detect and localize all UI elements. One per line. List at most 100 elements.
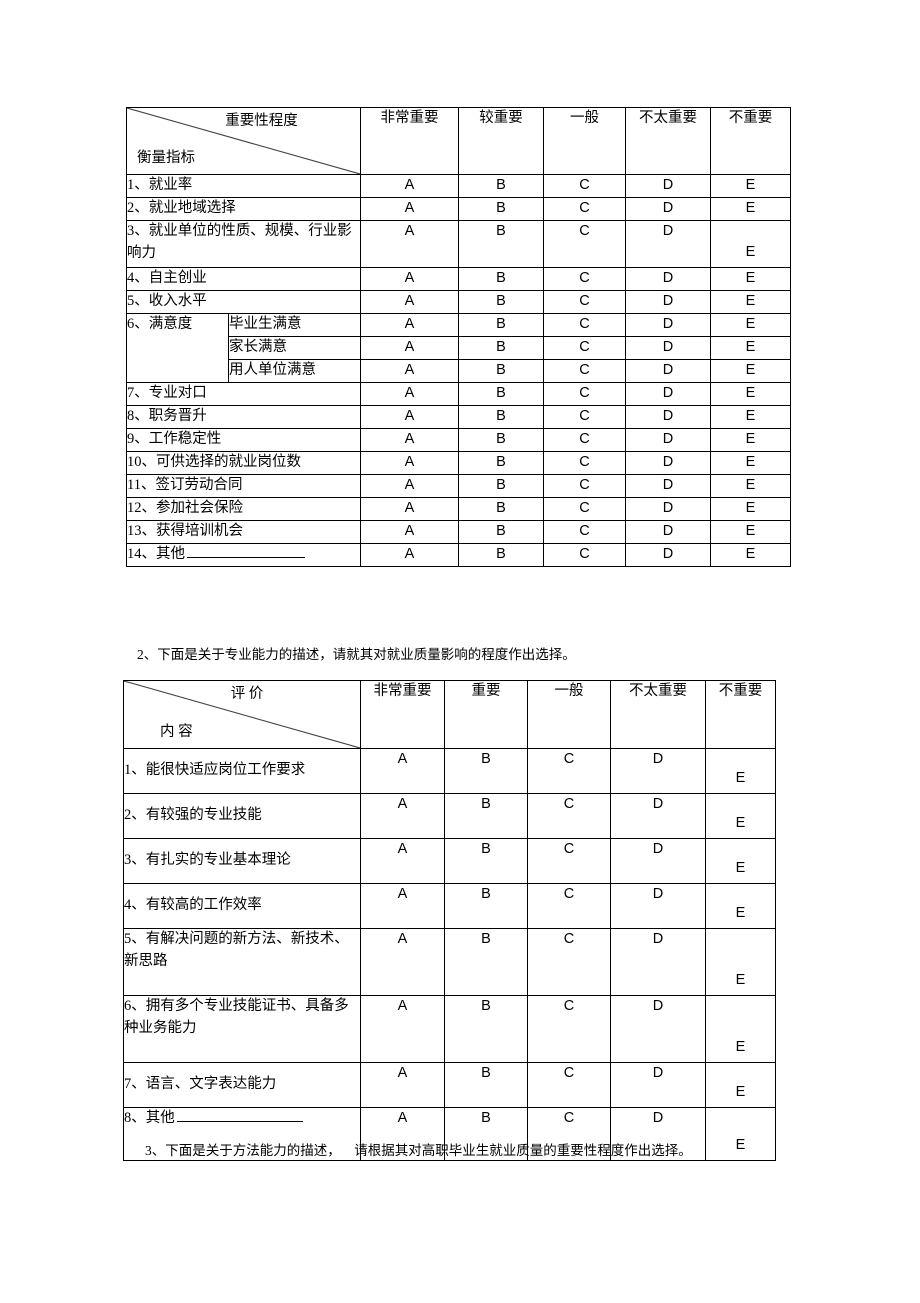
option-d[interactable]: D	[625, 474, 711, 498]
option-a[interactable]: A	[360, 290, 459, 314]
option-c[interactable]: C	[527, 928, 611, 996]
option-c[interactable]: C	[527, 793, 611, 839]
option-b[interactable]: B	[458, 428, 544, 452]
option-b[interactable]: B	[458, 543, 544, 567]
option-b[interactable]: B	[458, 267, 544, 291]
option-d[interactable]: D	[625, 174, 711, 198]
option-a[interactable]: A	[360, 382, 459, 406]
option-c[interactable]: C	[527, 883, 611, 929]
option-b[interactable]: B	[444, 838, 528, 884]
option-a[interactable]: A	[360, 748, 445, 794]
option-e[interactable]: E	[710, 497, 791, 521]
option-b[interactable]: B	[458, 290, 544, 314]
option-a[interactable]: A	[360, 451, 459, 475]
option-c[interactable]: C	[543, 520, 626, 544]
option-e[interactable]: E	[705, 1062, 776, 1108]
option-e[interactable]: E	[710, 174, 791, 198]
option-a[interactable]: A	[360, 928, 445, 996]
option-d[interactable]: D	[625, 220, 711, 268]
option-d[interactable]: D	[625, 428, 711, 452]
option-a[interactable]: A	[360, 497, 459, 521]
option-e[interactable]: E	[705, 793, 776, 839]
option-d[interactable]: D	[625, 313, 711, 337]
option-d[interactable]: D	[610, 883, 706, 929]
option-e[interactable]: E	[710, 290, 791, 314]
option-e[interactable]: E	[710, 197, 791, 221]
option-e[interactable]: E	[705, 883, 776, 929]
option-a[interactable]: A	[360, 474, 459, 498]
option-b[interactable]: B	[444, 793, 528, 839]
option-b[interactable]: B	[458, 497, 544, 521]
option-c[interactable]: C	[543, 359, 626, 383]
option-c[interactable]: C	[543, 174, 626, 198]
option-a[interactable]: A	[360, 995, 445, 1063]
option-b[interactable]: B	[444, 995, 528, 1063]
option-d[interactable]: D	[625, 451, 711, 475]
option-c[interactable]: C	[543, 382, 626, 406]
option-b[interactable]: B	[458, 197, 544, 221]
option-a[interactable]: A	[360, 336, 459, 360]
option-c[interactable]: C	[543, 497, 626, 521]
option-d[interactable]: D	[625, 197, 711, 221]
option-c[interactable]: C	[527, 995, 611, 1063]
option-a[interactable]: A	[360, 520, 459, 544]
option-c[interactable]: C	[543, 405, 626, 429]
option-b[interactable]: B	[444, 748, 528, 794]
option-b[interactable]: B	[458, 382, 544, 406]
option-c[interactable]: C	[527, 1062, 611, 1108]
option-e[interactable]: E	[710, 474, 791, 498]
option-a[interactable]: A	[360, 313, 459, 337]
option-a[interactable]: A	[360, 883, 445, 929]
option-c[interactable]: C	[543, 220, 626, 268]
option-a[interactable]: A	[360, 267, 459, 291]
option-c[interactable]: C	[543, 290, 626, 314]
option-e[interactable]: E	[710, 543, 791, 567]
option-c[interactable]: C	[543, 428, 626, 452]
option-d[interactable]: D	[625, 336, 711, 360]
option-b[interactable]: B	[458, 520, 544, 544]
option-e[interactable]: E	[705, 928, 776, 996]
option-d[interactable]: D	[625, 382, 711, 406]
option-c[interactable]: C	[543, 474, 626, 498]
option-b[interactable]: B	[458, 359, 544, 383]
option-e[interactable]: E	[710, 359, 791, 383]
option-c[interactable]: C	[543, 543, 626, 567]
option-b[interactable]: B	[444, 1062, 528, 1108]
option-e[interactable]: E	[705, 748, 776, 794]
option-d[interactable]: D	[610, 1062, 706, 1108]
option-b[interactable]: B	[458, 174, 544, 198]
option-b[interactable]: B	[458, 474, 544, 498]
option-a[interactable]: A	[360, 405, 459, 429]
option-b[interactable]: B	[458, 451, 544, 475]
option-c[interactable]: C	[543, 451, 626, 475]
write-in-blank[interactable]	[176, 1109, 303, 1122]
option-d[interactable]: D	[625, 543, 711, 567]
option-e[interactable]: E	[710, 336, 791, 360]
option-c[interactable]: C	[543, 267, 626, 291]
option-a[interactable]: A	[360, 359, 459, 383]
option-a[interactable]: A	[360, 220, 459, 268]
option-d[interactable]: D	[625, 290, 711, 314]
option-e[interactable]: E	[710, 220, 791, 268]
option-d[interactable]: D	[625, 359, 711, 383]
option-e[interactable]: E	[705, 838, 776, 884]
write-in-blank[interactable]	[187, 545, 305, 558]
option-d[interactable]: D	[610, 928, 706, 996]
option-a[interactable]: A	[360, 174, 459, 198]
option-d[interactable]: D	[625, 267, 711, 291]
option-b[interactable]: B	[444, 883, 528, 929]
option-a[interactable]: A	[360, 197, 459, 221]
option-e[interactable]: E	[705, 995, 776, 1063]
option-d[interactable]: D	[625, 497, 711, 521]
option-a[interactable]: A	[360, 543, 459, 567]
option-b[interactable]: B	[458, 220, 544, 268]
option-c[interactable]: C	[543, 336, 626, 360]
option-d[interactable]: D	[610, 748, 706, 794]
option-b[interactable]: B	[444, 928, 528, 996]
option-b[interactable]: B	[458, 405, 544, 429]
option-e[interactable]: E	[710, 428, 791, 452]
option-a[interactable]: A	[360, 793, 445, 839]
option-a[interactable]: A	[360, 1062, 445, 1108]
option-d[interactable]: D	[610, 838, 706, 884]
option-b[interactable]: B	[458, 336, 544, 360]
